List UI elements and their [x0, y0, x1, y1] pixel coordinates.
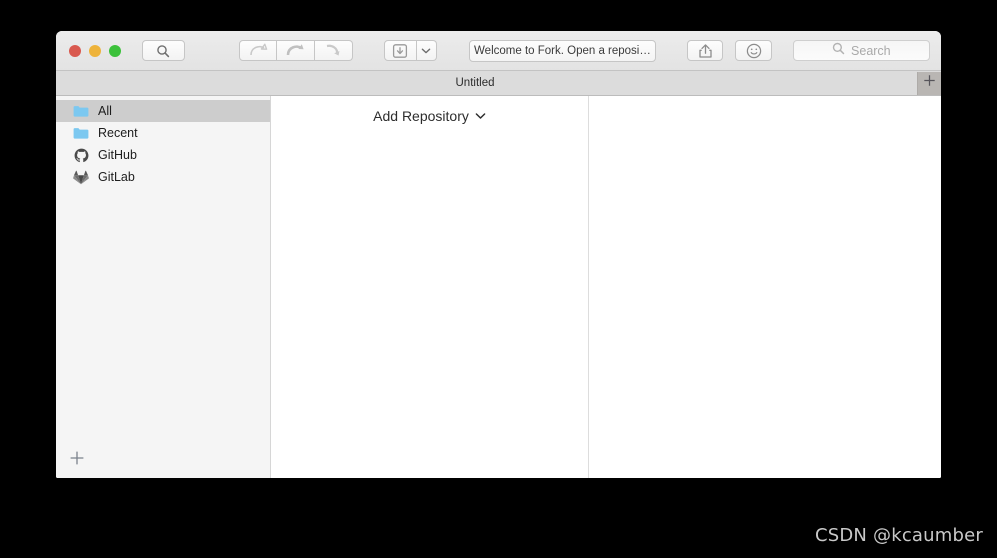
github-icon — [73, 147, 89, 163]
window-body: All Recent GitHub GitLab Add Repository — [56, 96, 941, 478]
repository-detail-panel — [589, 96, 941, 478]
push-button[interactable] — [314, 40, 353, 61]
add-repository-button[interactable]: Add Repository — [271, 108, 588, 124]
window-toolbar: Welcome to Fork. Open a reposi… Search — [56, 31, 941, 71]
sidebar-item-all[interactable]: All — [56, 100, 270, 122]
tab-label: Untitled — [455, 77, 495, 89]
sidebar-item-github[interactable]: GitHub — [56, 144, 270, 166]
new-tab-button[interactable] — [917, 71, 941, 95]
repository-list-panel: Add Repository — [271, 96, 589, 478]
sidebar-item-recent[interactable]: Recent — [56, 122, 270, 144]
pull-arrow-icon — [247, 42, 269, 59]
sidebar: All Recent GitHub GitLab — [56, 96, 271, 478]
add-repository-folder-button[interactable] — [68, 451, 86, 469]
sidebar-item-gitlab[interactable]: GitLab — [56, 166, 270, 188]
minimize-window-button[interactable] — [89, 44, 101, 57]
window-title: Welcome to Fork. Open a reposi… — [468, 39, 657, 62]
emoji-button[interactable] — [735, 40, 772, 61]
screen-root: Welcome to Fork. Open a reposi… Search U… — [0, 0, 997, 558]
plus-icon — [69, 450, 85, 471]
sidebar-list: All Recent GitHub GitLab — [56, 96, 270, 188]
folder-icon — [73, 125, 89, 141]
close-window-button[interactable] — [69, 44, 81, 57]
sidebar-item-label: GitLab — [98, 170, 135, 184]
tab-untitled[interactable]: Untitled — [56, 71, 917, 95]
content-area: Add Repository — [271, 96, 941, 478]
traffic-light-group — [69, 44, 121, 57]
search-icon — [832, 42, 845, 60]
pull-button[interactable] — [238, 40, 277, 61]
stash-dropdown-button[interactable] — [416, 40, 437, 61]
stash-button[interactable] — [383, 40, 417, 61]
tab-bar: Untitled — [56, 71, 941, 96]
stash-group — [383, 40, 437, 61]
chevron-down-icon — [421, 47, 431, 55]
search-placeholder: Search — [851, 43, 891, 58]
add-repository-label: Add Repository — [373, 108, 469, 124]
fetch-button[interactable] — [276, 40, 315, 61]
fetch-arrow-icon — [284, 42, 306, 59]
stash-box-icon — [392, 43, 408, 59]
toolbar-search-field[interactable]: Search — [792, 40, 930, 61]
magnifier-icon — [156, 44, 170, 58]
chevron-down-icon — [475, 112, 486, 120]
watermark-text: CSDN @kcaumber — [814, 525, 983, 546]
plus-icon — [923, 74, 936, 92]
smiley-icon — [746, 43, 762, 59]
share-button[interactable] — [687, 40, 724, 61]
sidebar-item-label: All — [98, 104, 112, 118]
maximize-window-button[interactable] — [109, 44, 121, 57]
git-actions-group — [238, 40, 353, 61]
sidebar-footer — [56, 441, 270, 478]
push-arrow-icon — [322, 42, 344, 59]
gitlab-icon — [73, 169, 89, 185]
folder-icon — [73, 103, 89, 119]
sidebar-item-label: GitHub — [98, 148, 137, 162]
fork-app-window: Welcome to Fork. Open a reposi… Search U… — [56, 31, 941, 478]
sidebar-item-label: Recent — [98, 126, 138, 140]
share-icon — [698, 43, 713, 59]
toolbar-search-button[interactable] — [142, 40, 185, 61]
